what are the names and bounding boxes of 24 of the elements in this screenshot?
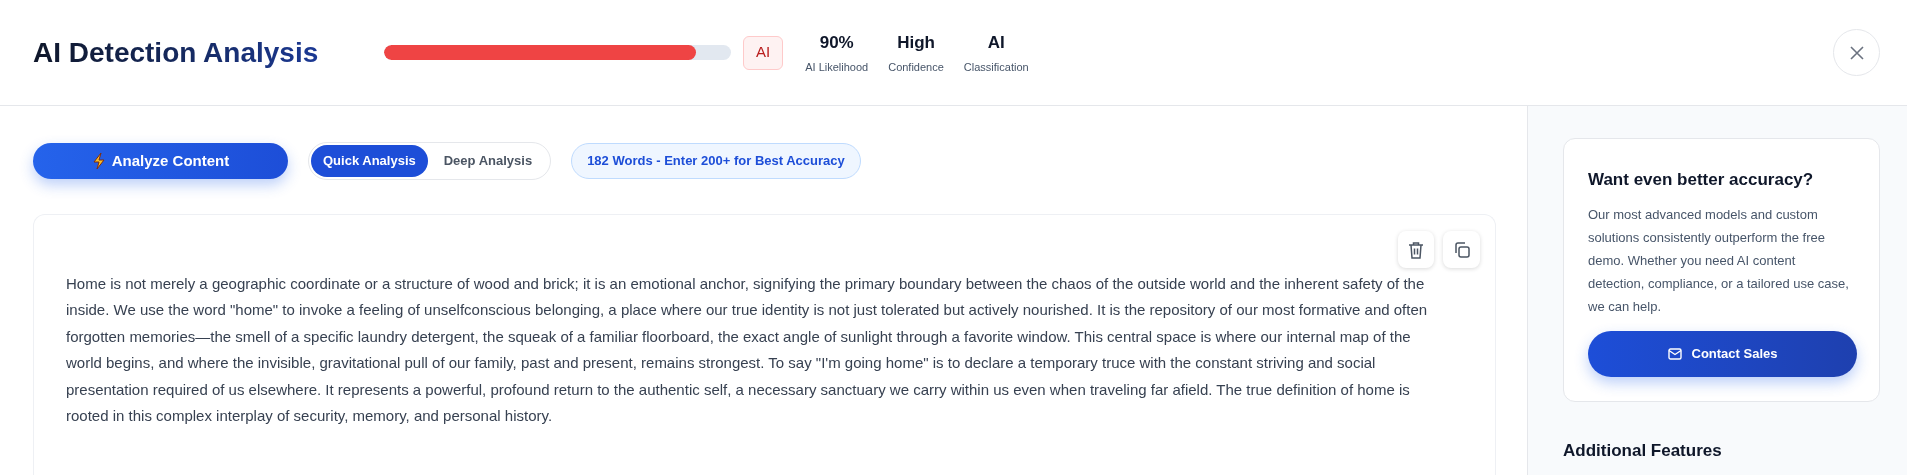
text-editor[interactable] xyxy=(33,214,1496,475)
promo-description: Our most advanced models and custom solutions consistently outperform the free demo. Whether you need AI content detection, compliance, or a tailored use case, we can help. xyxy=(1588,205,1850,316)
lightning-icon xyxy=(91,152,106,170)
analyze-button[interactable]: Analyze Content xyxy=(33,143,288,179)
stat-value: 90% xyxy=(819,32,854,54)
section-heading: Additional Features xyxy=(1563,439,1723,462)
mode-tab[interactable]: Deep Analysis xyxy=(427,145,549,177)
close-icon xyxy=(1848,44,1865,61)
stat-value: High xyxy=(897,32,935,54)
stat-label: Confidence xyxy=(888,59,944,75)
classification-badge: AI xyxy=(743,35,784,70)
mode-tab[interactable]: Quick Analysis xyxy=(311,145,428,177)
stat-value: AI xyxy=(987,32,1005,54)
contact-sales-button[interactable]: Contact Sales xyxy=(1588,330,1857,377)
trash-icon xyxy=(1408,240,1424,259)
delete-button[interactable] xyxy=(1398,231,1434,268)
mail-icon xyxy=(1667,347,1682,360)
stat-label: AI Likelihood xyxy=(805,59,869,75)
stat-label: Classification xyxy=(963,59,1029,75)
word-count-badge: 182 Words - Enter 200+ for Best Accuracy xyxy=(571,143,861,179)
copy-icon xyxy=(1452,240,1471,259)
essay-text: Home is not merely a geographic coordinate or a structure of wood and brick; it is an emotional anchor, signifying the primary boundary between the chaos of the outside world and the inherent safety of the inside. We use the word "home" to invoke a feeling of unselfconscious belonging, a place where our true identity is not just tolerated but actively nourished. It is the repository of our most formative and often forgotten memories—the smell of a specific laundry detergent, the squeak of a familiar floorboard, the exact angle of sunlight through a favorite window. This central space is where our internal map of the world begins, and where the invisible, gravitational pull of our family, past and present, remains strongest. To say "I'm going home" is to declare a temporary truce with the constant striving and social presentation required of us elsewhere. It represents a powerful, profound return to the authentic self, a necessary sanctuary we carry within us even when traveling far afield. The true definition of home is rooted in this complex interplay of security, memory, and personal history. xyxy=(66,274,1429,427)
copy-button[interactable] xyxy=(1443,231,1480,268)
promo-title: Want even better accuracy? xyxy=(1588,169,1815,191)
